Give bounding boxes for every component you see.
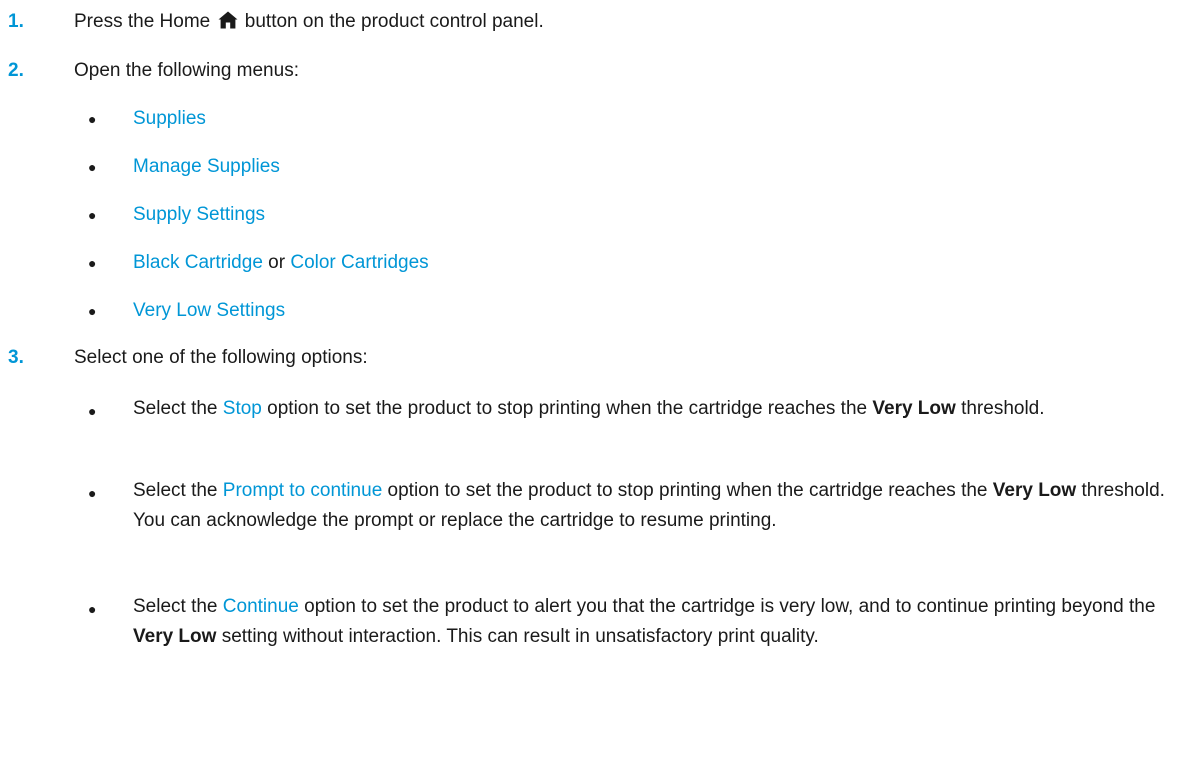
menu-item-supply-settings[interactable]: Supply Settings	[133, 204, 265, 225]
option-text: option to set the product to alert you t…	[304, 596, 1156, 617]
step-text: Select one of the following options:	[74, 347, 368, 368]
option-stop[interactable]: Stop	[223, 398, 262, 419]
option-text: option to set the product to stop printi…	[387, 480, 988, 501]
option-continue[interactable]: Continue	[223, 596, 299, 617]
or-text: or	[268, 252, 286, 273]
option-text: Select the	[133, 398, 218, 419]
option-text: setting without interaction. This can re…	[221, 626, 819, 647]
option-text: option to set the product to stop printi…	[267, 398, 868, 419]
very-low-label: Very Low	[872, 398, 956, 419]
bullet-icon: ●	[88, 159, 97, 175]
step-text: Press the Home button on the product con…	[74, 11, 544, 33]
bullet-icon: ●	[88, 303, 97, 319]
menu-item-manage-supplies[interactable]: Manage Supplies	[133, 156, 280, 177]
step-number: 2.	[8, 60, 24, 81]
bullet-icon: ●	[88, 111, 97, 127]
bullet-icon: ●	[88, 403, 97, 419]
document-page: 1. Press the Home button on the product …	[0, 0, 1204, 759]
very-low-label: Very Low	[992, 480, 1077, 501]
menu-item-color-cartridges[interactable]: Color Cartridges	[290, 252, 428, 273]
bullet-icon: ●	[88, 485, 97, 501]
menu-item-black-cartridge[interactable]: Black Cartridge	[133, 252, 263, 273]
menu-item-supplies[interactable]: Supplies	[133, 108, 206, 129]
option-text: Select the	[133, 480, 218, 501]
bullet-icon: ●	[88, 601, 97, 617]
step-number: 1.	[8, 11, 24, 32]
very-low-label: Very Low	[133, 626, 217, 647]
bullet-icon: ●	[88, 255, 97, 271]
step-text-before-icon: Press the Home	[74, 11, 211, 32]
menu-item-very-low-settings[interactable]: Very Low Settings	[133, 300, 285, 321]
option-text: threshold.	[961, 398, 1045, 419]
option-text: Select the	[133, 596, 218, 617]
step-text-after-icon: button on the product control panel.	[244, 11, 544, 32]
step-text: Open the following menus:	[74, 60, 299, 81]
step-number: 3.	[8, 347, 24, 368]
home-icon	[218, 11, 238, 29]
option-prompt-to-continue[interactable]: Prompt to continue	[223, 480, 382, 501]
bullet-icon: ●	[88, 207, 97, 223]
